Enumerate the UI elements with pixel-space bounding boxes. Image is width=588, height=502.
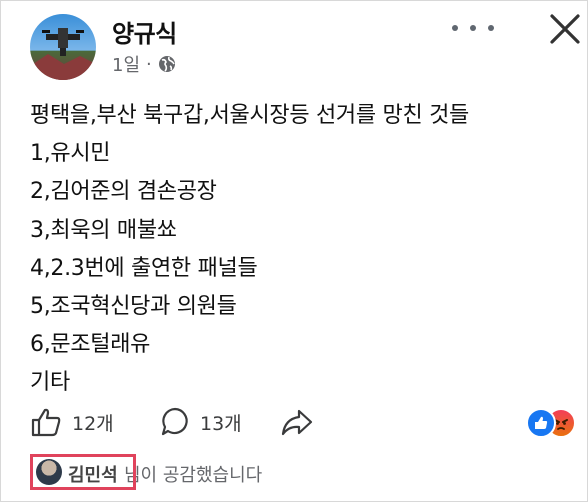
like-reaction-icon bbox=[526, 408, 556, 438]
reaction-footer: 김민석 님이 공감했습니다 bbox=[30, 454, 570, 494]
globe-icon[interactable] bbox=[158, 55, 176, 73]
meta-separator: · bbox=[146, 53, 152, 75]
thumbs-up-icon bbox=[31, 408, 61, 437]
more-dot bbox=[488, 25, 494, 31]
more-dot bbox=[470, 25, 476, 31]
action-bar: 12개 13개 bbox=[30, 403, 580, 441]
post-line: 4,2.3번에 출연한 패널들 bbox=[30, 255, 258, 281]
post-line: 5,조국혁신당과 의원들 bbox=[30, 293, 237, 319]
comment-bubble-icon bbox=[161, 407, 188, 436]
author-name[interactable]: 양규식 bbox=[112, 14, 177, 49]
post-line: 1,유시민 bbox=[30, 141, 111, 167]
close-icon[interactable] bbox=[546, 10, 584, 48]
post-meta: 1일 · bbox=[112, 52, 176, 76]
highlight-box bbox=[30, 454, 136, 490]
comment-count: 13개 bbox=[200, 412, 242, 435]
post-time[interactable]: 1일 bbox=[112, 51, 140, 77]
like-count: 12개 bbox=[72, 412, 114, 435]
post-line: 3,최욱의 매불쑈 bbox=[30, 217, 177, 243]
more-options-button[interactable] bbox=[452, 18, 494, 38]
avatar-drone-icon bbox=[30, 28, 96, 80]
reaction-summary[interactable] bbox=[526, 408, 584, 438]
post-line: 6,문조털래유 bbox=[30, 332, 151, 358]
post-line: 2,김어준의 겸손공장 bbox=[30, 179, 217, 205]
share-arrow-icon bbox=[281, 409, 313, 436]
post-body: 평택을,부산 북구갑,서울시장등 선거를 망친 것들 1,유시민 2,김어준의 … bbox=[30, 97, 469, 403]
more-dot bbox=[452, 25, 458, 31]
share-button[interactable] bbox=[280, 403, 314, 441]
post-line: 평택을,부산 북구갑,서울시장등 선거를 망친 것들 bbox=[30, 103, 469, 128]
reaction-text: 님이 공감했습니다 bbox=[124, 465, 263, 486]
comment-button[interactable]: 13개 bbox=[160, 403, 242, 441]
author-avatar[interactable] bbox=[30, 14, 96, 80]
post-line: 기타 bbox=[30, 370, 70, 396]
like-button[interactable]: 12개 bbox=[30, 403, 114, 441]
